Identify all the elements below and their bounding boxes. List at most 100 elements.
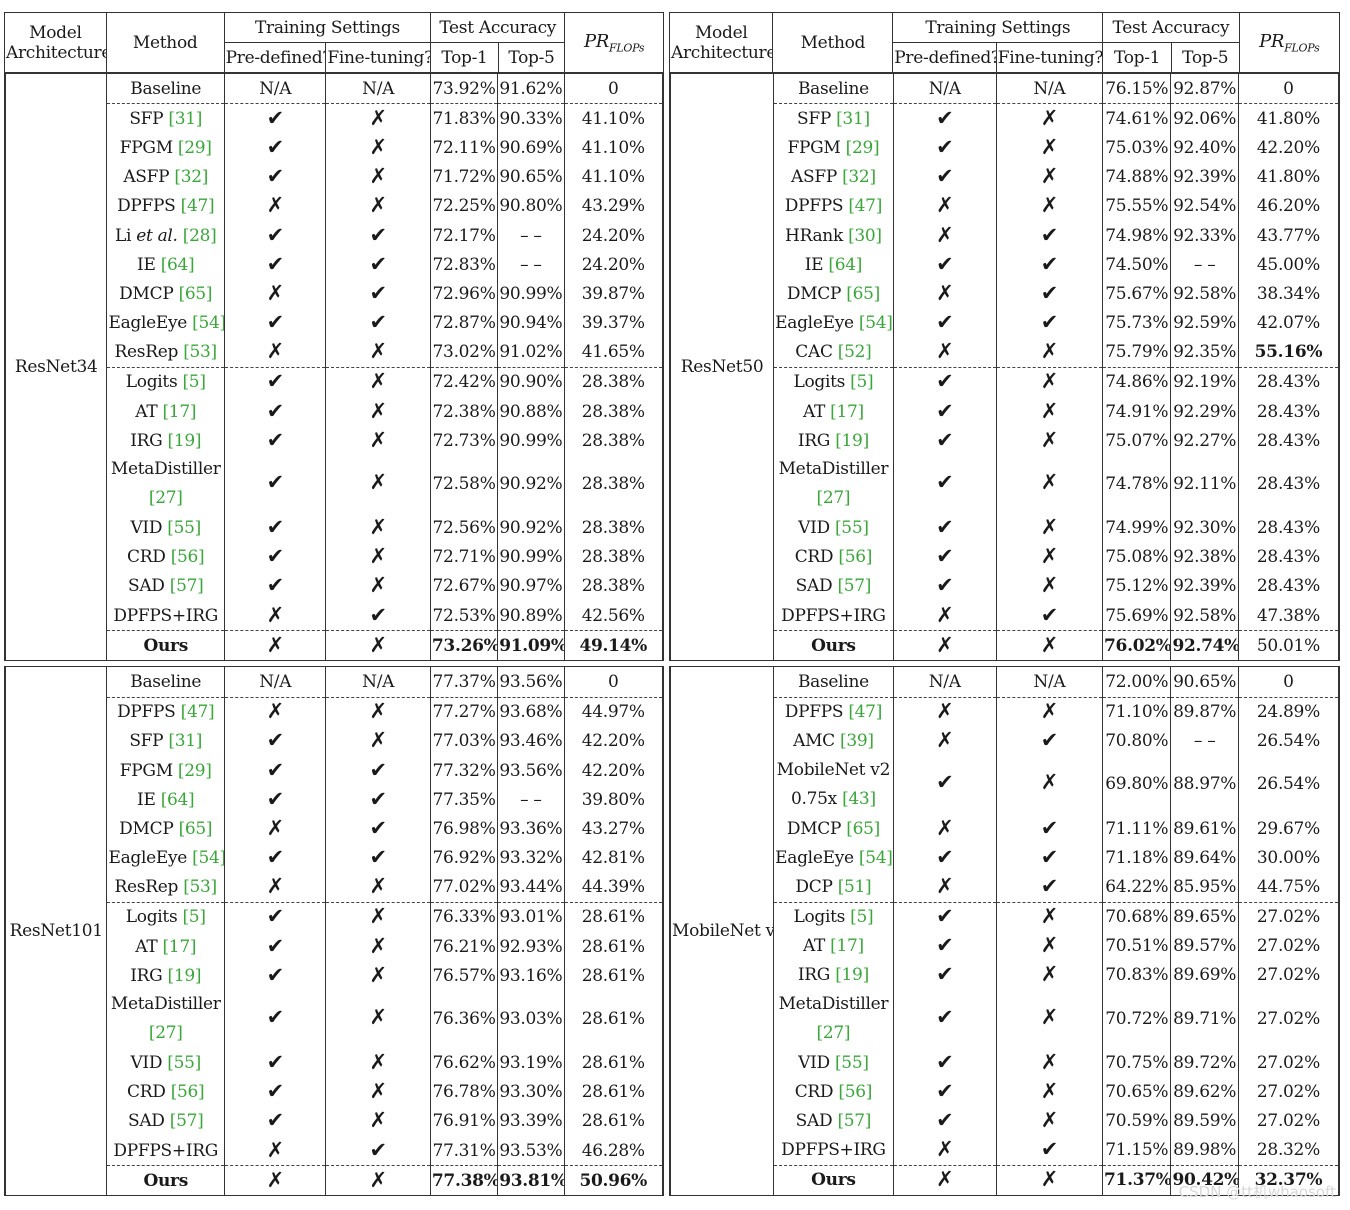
method-name: MetaDistiller	[778, 994, 889, 1015]
citation-link[interactable]: [55]	[835, 1053, 869, 1073]
cross-icon: ✗	[266, 602, 285, 627]
citation-link[interactable]: [19]	[835, 431, 869, 451]
citation-link[interactable]: [5]	[850, 372, 873, 392]
citation-link[interactable]: [56]	[838, 547, 872, 567]
citation-link[interactable]: [65]	[179, 819, 213, 839]
citation-link[interactable]: [54]	[192, 313, 223, 333]
citation-link[interactable]: [56]	[171, 547, 205, 567]
citation-link[interactable]: [53]	[183, 877, 217, 897]
citation-link[interactable]: [65]	[846, 819, 880, 839]
citation-link[interactable]: [57]	[837, 1111, 871, 1131]
cross-icon: ✗	[369, 515, 388, 540]
citation-link[interactable]: [54]	[859, 848, 892, 868]
citation-link[interactable]: [57]	[837, 576, 871, 596]
citation-link[interactable]: [27]	[149, 488, 183, 508]
citation-link[interactable]: [27]	[149, 1023, 183, 1043]
finetuning-cell: ✗	[325, 1077, 431, 1107]
citation-link[interactable]: [55]	[167, 1053, 201, 1073]
citation-link[interactable]: [32]	[842, 167, 876, 187]
top5-cell: 93.32%	[497, 843, 565, 873]
cross-icon: ✗	[369, 573, 388, 598]
citation-link[interactable]: [56]	[838, 1082, 872, 1102]
citation-link[interactable]: [55]	[835, 518, 869, 538]
citation-link[interactable]: [17]	[830, 936, 864, 956]
citation-link[interactable]: [31]	[168, 109, 202, 129]
citation-link[interactable]: [29]	[846, 138, 880, 158]
predefined-cell: ✗	[892, 813, 997, 844]
citation-link[interactable]: [27]	[817, 1023, 851, 1043]
predefined-cell: ✔	[892, 1106, 997, 1136]
method-name: DPFPS+IRG	[781, 605, 886, 626]
method-name: Baseline	[797, 671, 869, 692]
citation-link[interactable]: [54]	[859, 313, 892, 333]
cross-icon: ✗	[1040, 1049, 1059, 1074]
pr-flops-cell: 42.20%	[563, 755, 663, 786]
citation-link[interactable]: [64]	[161, 255, 195, 275]
citation-link[interactable]: [65]	[179, 284, 213, 304]
finetuning-cell: ✗	[995, 1165, 1104, 1195]
top5-cell: 89.57%	[1170, 931, 1239, 961]
pr-flops-cell: 42.56%	[563, 601, 663, 632]
check-icon: ✔	[1040, 222, 1059, 247]
pr-flops-cell: 55.16%	[1237, 337, 1340, 368]
citation-link[interactable]: [29]	[178, 138, 212, 158]
citation-link[interactable]: [53]	[183, 342, 217, 362]
method-name: Logits	[793, 907, 851, 928]
cross-icon: ✗	[1040, 904, 1059, 929]
citation-link[interactable]: [39]	[840, 731, 874, 751]
method-cell: IRG [19]	[773, 426, 894, 456]
citation-link[interactable]: [5]	[182, 372, 205, 392]
cross-icon: ✗	[369, 962, 388, 987]
citation-link[interactable]: [5]	[850, 907, 873, 927]
citation-link[interactable]: [54]	[192, 848, 223, 868]
method-name: SAD	[127, 576, 170, 597]
top5-cell: 93.46%	[497, 726, 565, 756]
citation-link[interactable]: [51]	[838, 877, 872, 897]
citation-link[interactable]: [64]	[828, 255, 862, 275]
citation-link[interactable]: [32]	[174, 167, 208, 187]
top5-cell: 89.87%	[1170, 697, 1239, 727]
citation-link[interactable]: [55]	[167, 518, 201, 538]
method-cell: FPGM [29]	[106, 133, 225, 163]
citation-link[interactable]: [57]	[170, 576, 204, 596]
citation-link[interactable]: [27]	[817, 488, 851, 508]
finetuning-cell: ✗	[995, 990, 1104, 1049]
citation-link[interactable]: [17]	[162, 937, 196, 957]
method-name: IRG	[130, 965, 168, 986]
finetuning-cell: ✗	[325, 397, 431, 427]
citation-link[interactable]: [28]	[183, 226, 217, 246]
method-cell: Ours	[106, 1165, 225, 1196]
method-cell: EagleEye [54]	[106, 308, 225, 338]
citation-link[interactable]: [19]	[168, 431, 202, 451]
citation-link[interactable]: [17]	[162, 402, 196, 422]
citation-link[interactable]: [47]	[181, 196, 215, 216]
citation-link[interactable]: [47]	[181, 702, 215, 722]
citation-link[interactable]: [30]	[848, 226, 882, 246]
top1-cell: 73.02%	[429, 337, 499, 368]
top1-cell: 75.73%	[1102, 308, 1172, 338]
method-name: VID	[798, 1052, 835, 1073]
citation-link[interactable]: [47]	[848, 196, 882, 216]
citation-link[interactable]: [43]	[842, 789, 876, 809]
check-icon: ✔	[266, 757, 285, 782]
predefined-cell: ✔	[223, 932, 327, 962]
citation-link[interactable]: [56]	[171, 1082, 205, 1102]
citation-link[interactable]: [17]	[830, 402, 864, 422]
citation-link[interactable]: [57]	[170, 1111, 204, 1131]
citation-link[interactable]: [19]	[168, 966, 202, 986]
citation-link[interactable]: [64]	[161, 790, 195, 810]
citation-link[interactable]: [29]	[178, 761, 212, 781]
method-cell: SFP [31]	[773, 103, 894, 134]
cross-icon: ✗	[1040, 1004, 1059, 1029]
citation-link[interactable]: [31]	[168, 731, 202, 751]
citation-link[interactable]: [47]	[848, 702, 882, 722]
method-name: SAD	[127, 1111, 170, 1132]
citation-link[interactable]: [31]	[836, 109, 870, 129]
citation-link[interactable]: [52]	[838, 342, 872, 362]
top1-cell: 74.91%	[1102, 397, 1172, 427]
citation-link[interactable]: [5]	[182, 907, 205, 927]
citation-link[interactable]: [19]	[835, 965, 869, 985]
method-cell: AT [17]	[106, 397, 225, 427]
citation-link[interactable]: [65]	[846, 284, 880, 304]
top5-cell: 93.44%	[497, 872, 565, 903]
